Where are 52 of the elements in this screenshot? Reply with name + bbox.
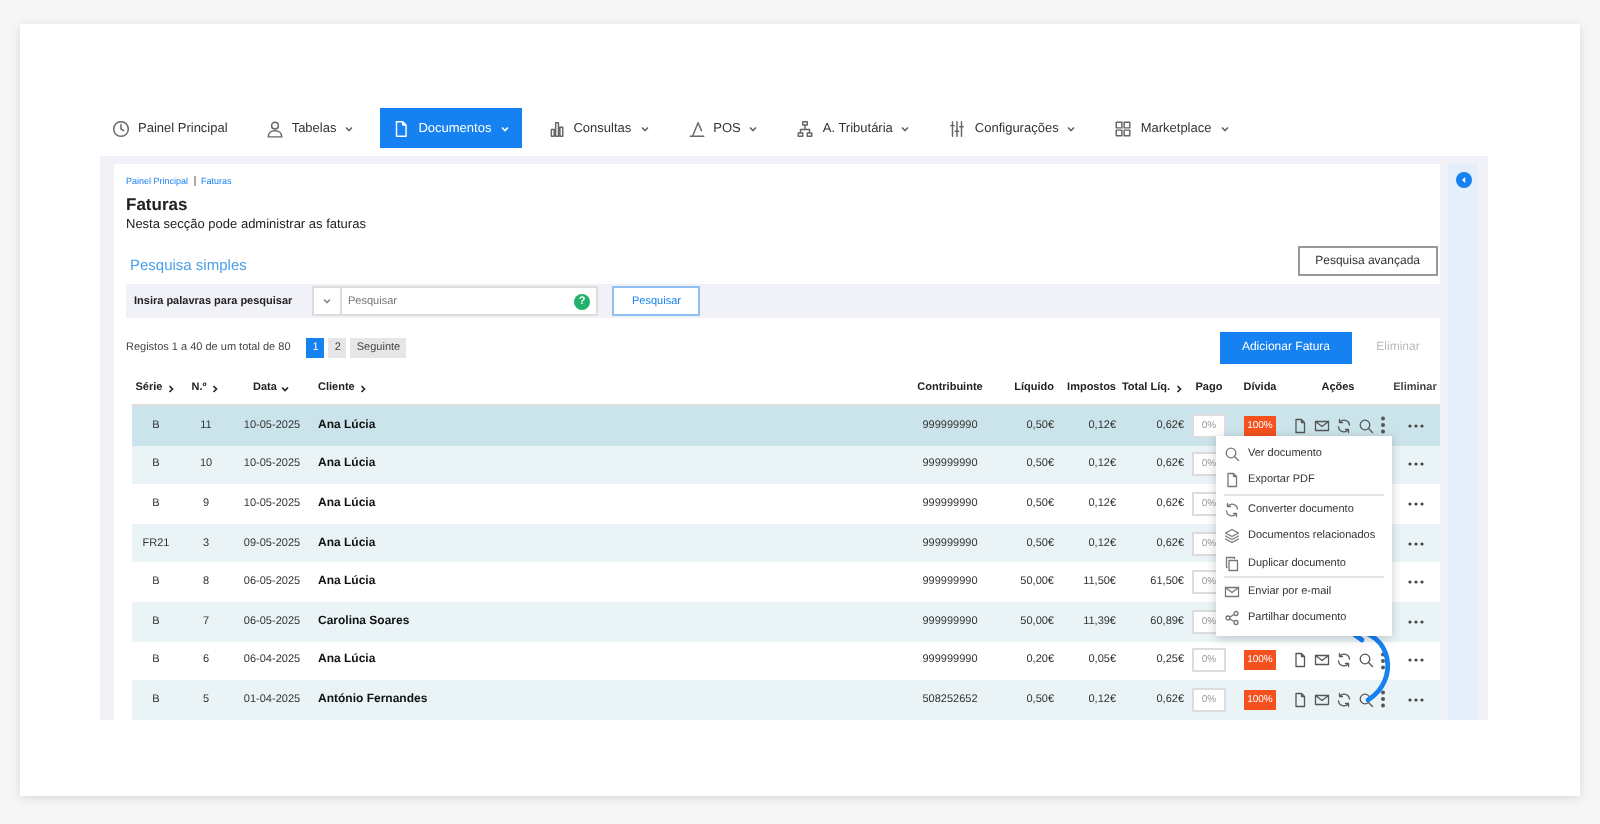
kebab-menu-icon[interactable] bbox=[1379, 416, 1385, 435]
sort-icon bbox=[210, 383, 221, 393]
refresh-icon bbox=[1224, 501, 1240, 518]
document-icon bbox=[1291, 417, 1307, 434]
chevron-down-icon bbox=[900, 123, 911, 133]
document-icon bbox=[1224, 472, 1240, 489]
refresh-icon bbox=[1335, 417, 1351, 434]
kebab-menu-icon[interactable] bbox=[1379, 690, 1385, 709]
bar-chart-icon bbox=[547, 119, 566, 137]
page-title: Faturas bbox=[126, 194, 190, 214]
clock-icon bbox=[112, 119, 130, 137]
collapse-icon[interactable] bbox=[1455, 172, 1471, 188]
envelope-icon bbox=[1313, 691, 1329, 708]
document-icon bbox=[392, 119, 411, 137]
grid-icon bbox=[1114, 119, 1133, 137]
envelope-icon bbox=[1313, 417, 1329, 434]
refresh-icon bbox=[1335, 691, 1351, 708]
sliders-icon bbox=[948, 119, 967, 137]
document-icon bbox=[1291, 691, 1307, 708]
layers-icon bbox=[1224, 528, 1240, 545]
chevron-down-icon bbox=[322, 296, 332, 306]
search-icon bbox=[1357, 652, 1373, 669]
more-icon[interactable] bbox=[1407, 658, 1423, 663]
sort-icon bbox=[358, 383, 369, 393]
search-icon bbox=[1357, 691, 1373, 708]
chevron-down-icon bbox=[1066, 123, 1077, 133]
search-icon bbox=[1224, 445, 1240, 462]
sort-icon bbox=[1174, 383, 1184, 393]
search-icon bbox=[1357, 417, 1373, 434]
copy-icon bbox=[1224, 555, 1240, 572]
user-icon bbox=[265, 119, 284, 137]
more-icon[interactable] bbox=[1407, 462, 1423, 467]
document-icon bbox=[1291, 652, 1307, 669]
chevron-down-icon bbox=[1219, 123, 1230, 133]
envelope-icon bbox=[1224, 583, 1240, 600]
chevron-down-icon bbox=[344, 123, 355, 133]
chevron-down-icon bbox=[499, 123, 510, 133]
sitemap-icon bbox=[796, 119, 815, 137]
kebab-menu-icon[interactable] bbox=[1379, 651, 1385, 670]
more-icon[interactable] bbox=[1407, 697, 1423, 702]
chevron-down-icon bbox=[748, 123, 759, 133]
envelope-icon bbox=[1313, 652, 1329, 669]
more-icon[interactable] bbox=[1407, 580, 1423, 585]
more-icon[interactable] bbox=[1407, 619, 1423, 624]
chevron-down-icon bbox=[639, 123, 650, 133]
sort-icon bbox=[166, 383, 177, 393]
more-icon[interactable] bbox=[1407, 501, 1423, 506]
more-icon[interactable] bbox=[1407, 541, 1423, 546]
more-icon[interactable] bbox=[1407, 423, 1423, 428]
share-icon bbox=[1224, 610, 1240, 627]
refresh-icon bbox=[1335, 652, 1351, 669]
sort-icon bbox=[280, 383, 291, 393]
